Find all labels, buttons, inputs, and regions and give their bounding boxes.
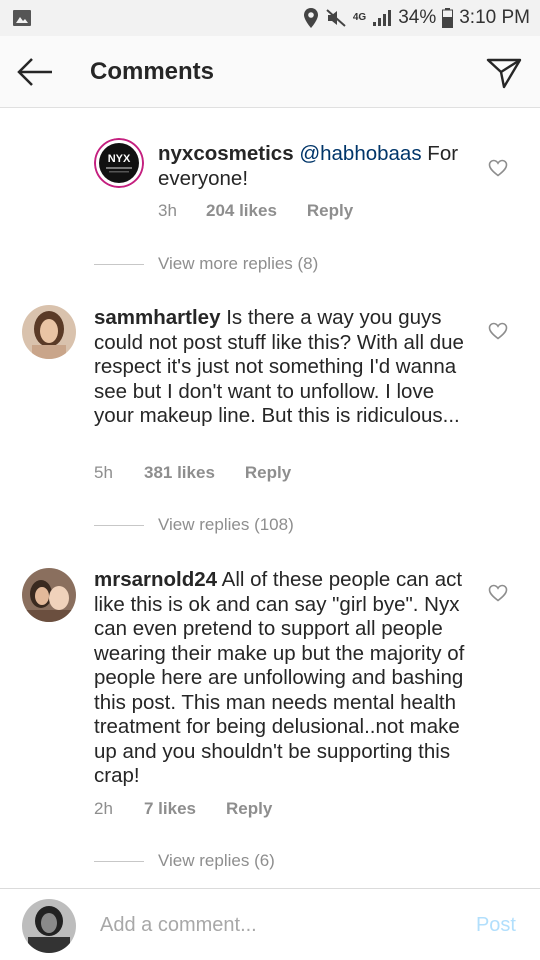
current-user-avatar — [22, 899, 76, 953]
comment-username[interactable]: sammhartley — [94, 306, 220, 329]
like-heart-icon[interactable] — [488, 159, 508, 177]
back-arrow-icon — [17, 58, 52, 86]
comment-meta: 5h 381 likes Reply — [94, 463, 291, 483]
share-button[interactable] — [484, 54, 524, 90]
clock: 3:10 PM — [459, 7, 530, 28]
nyx-avatar[interactable]: NYX — [94, 138, 144, 188]
view-replies-button[interactable]: View replies (108) — [94, 515, 294, 535]
reply-button[interactable]: Reply — [226, 799, 272, 819]
view-replies-button[interactable]: View more replies (8) — [94, 254, 318, 274]
comment-input[interactable] — [100, 905, 460, 945]
divider-line — [94, 524, 144, 526]
mute-icon — [325, 8, 347, 28]
status-bar: 4G 34% 3:10 PM — [0, 0, 540, 36]
comment-username[interactable]: nyxcosmetics — [158, 142, 294, 165]
comment-likes[interactable]: 7 likes — [144, 799, 196, 819]
comment-text: All of these people can act like this is… — [94, 568, 465, 787]
view-replies-label: View more replies (8) — [158, 254, 319, 273]
comment-time: 5h — [94, 463, 113, 482]
comment-likes[interactable]: 381 likes — [144, 463, 215, 483]
direct-send-icon — [486, 58, 522, 89]
back-button[interactable] — [14, 54, 56, 90]
divider-line — [94, 860, 144, 862]
reply-button[interactable]: Reply — [245, 463, 291, 483]
page-title: Comments — [90, 58, 215, 85]
mrsarnold24-avatar[interactable] — [22, 568, 76, 622]
comment-body: mrsarnold24 All of these people can act … — [94, 568, 466, 789]
comment-time: 2h — [94, 799, 113, 818]
sammhartley-avatar[interactable] — [22, 305, 76, 359]
network-label: 4G — [352, 12, 367, 23]
comment-meta: 3h 204 likes Reply — [158, 201, 353, 221]
comment-body: nyxcosmetics @habhobaas For everyone! — [158, 142, 468, 191]
reply-button[interactable]: Reply — [307, 201, 353, 221]
nyx-logo-text: NYX — [108, 153, 131, 165]
view-replies-label: View replies (108) — [158, 515, 294, 534]
view-replies-button[interactable]: View replies (6) — [94, 851, 275, 871]
signal-icon — [372, 9, 392, 27]
post-button[interactable]: Post — [476, 914, 516, 937]
status-icons: 4G 34% 3:10 PM — [303, 6, 530, 30]
like-heart-icon[interactable] — [488, 322, 508, 340]
battery-percent: 34% — [398, 7, 437, 28]
battery-icon — [442, 8, 454, 28]
cut-off-text — [196, 108, 356, 110]
comment-list[interactable]: NYX nyxcosmetics @habhobaas For everyone… — [0, 108, 540, 888]
comment-likes[interactable]: 204 likes — [206, 201, 277, 221]
like-heart-icon[interactable] — [488, 584, 508, 602]
comment-mention[interactable]: @habhobaas — [299, 142, 421, 165]
comment-meta: 2h 7 likes Reply — [94, 799, 272, 819]
location-icon — [303, 7, 319, 29]
comment-username[interactable]: mrsarnold24 — [94, 568, 217, 591]
comment-body: sammhartley Is there a way you guys coul… — [94, 306, 466, 429]
gallery-notification-icon — [12, 9, 32, 27]
view-replies-label: View replies (6) — [158, 851, 275, 870]
divider-line — [94, 263, 144, 265]
comment-composer: Post — [0, 888, 540, 960]
app-header: Comments — [0, 36, 540, 108]
comment-time: 3h — [158, 201, 177, 220]
